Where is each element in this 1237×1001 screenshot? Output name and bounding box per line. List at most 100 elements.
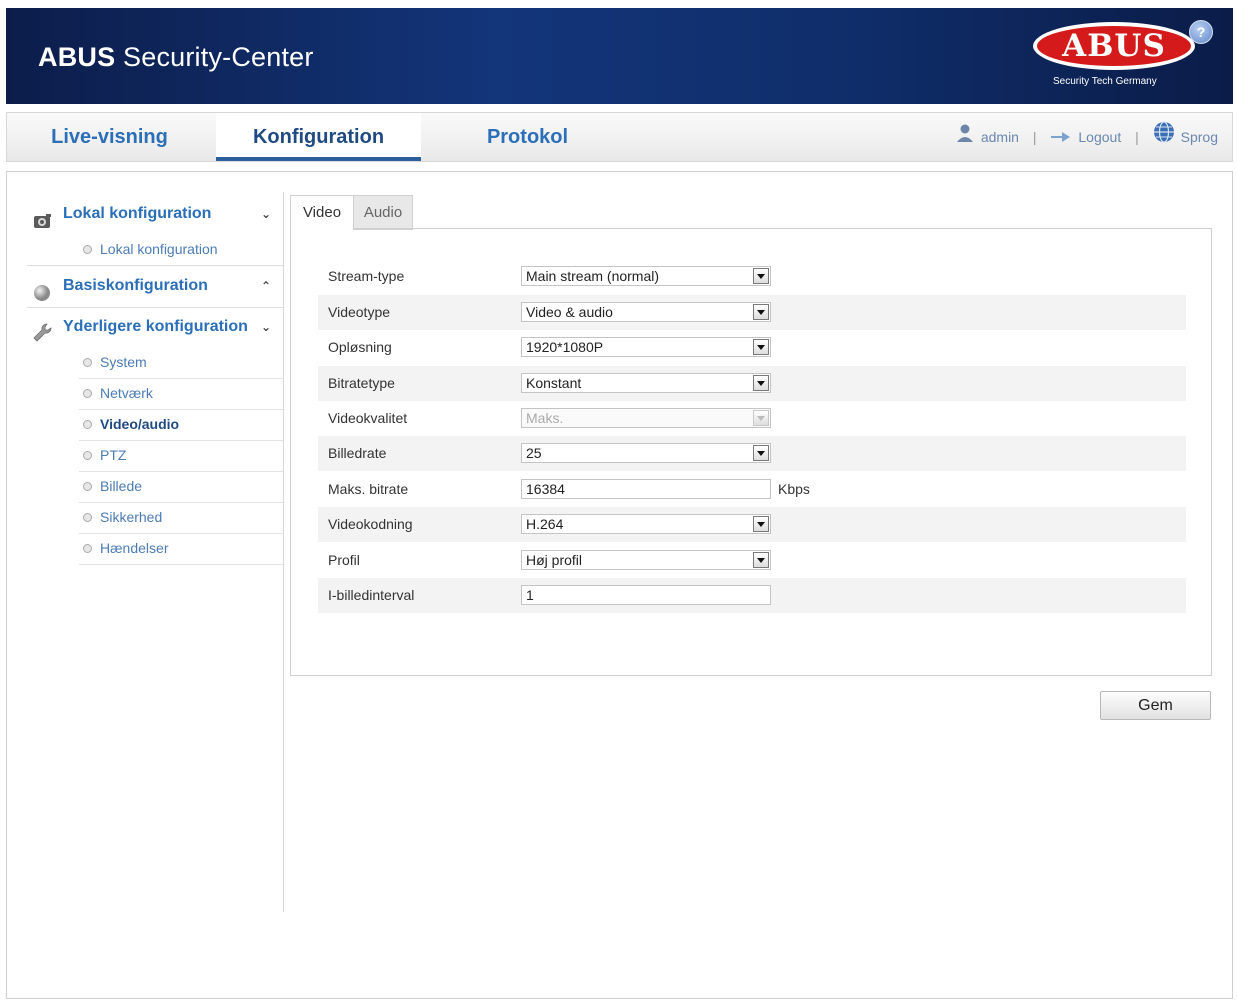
abus-logo: ABUS Security Tech Germany ?: [1033, 20, 1213, 94]
dropdown-arrow-icon[interactable]: [753, 552, 769, 568]
sidebar-item-netvaerk[interactable]: Netværk: [79, 378, 283, 410]
nav-separator: |: [1032, 129, 1037, 145]
chevron-down-icon: ⌄: [260, 207, 271, 221]
app-title-brand: ABUS: [38, 42, 116, 72]
bullet-icon: [83, 358, 92, 368]
logout-link[interactable]: Logout: [1078, 129, 1121, 145]
sidebar: Lokal konfiguration ⌄ Lokal konfiguratio…: [27, 192, 284, 912]
wrench-icon: [33, 319, 52, 342]
app-title: ABUS Security-Center: [38, 42, 314, 73]
app-header: ABUS Security-Center ABUS Security Tech …: [6, 8, 1233, 104]
frame-rate-select[interactable]: 25: [521, 443, 771, 463]
i-frame-interval-input[interactable]: 1: [521, 585, 771, 605]
video-quality-label: Videokvalitet: [328, 410, 408, 426]
tab-live-visning[interactable]: Live-visning: [7, 113, 212, 161]
max-bitrate-label: Maks. bitrate: [328, 481, 409, 497]
user-area: admin | Logout | Sprog: [955, 113, 1218, 161]
sidebar-section-basiskonfiguration[interactable]: Basiskonfiguration ⌃: [27, 266, 283, 306]
form-row-videotype: Videotype Video & audio: [318, 295, 1186, 330]
user-name[interactable]: admin: [981, 129, 1019, 145]
bullet-icon: [83, 420, 92, 430]
video-quality-value: Maks.: [526, 410, 564, 426]
video-encoding-select[interactable]: H.264: [521, 514, 771, 534]
sphere-icon: [33, 278, 51, 301]
save-button[interactable]: Gem: [1100, 691, 1211, 720]
sidebar-section-lokal-konfiguration[interactable]: Lokal konfiguration ⌄: [27, 194, 283, 234]
form-row-profile: Profil Høj profil: [318, 543, 1186, 578]
dropdown-arrow-icon[interactable]: [753, 268, 769, 284]
form-row-resolution: Opløsning 1920*1080P: [318, 330, 1186, 365]
globe-icon: [1153, 114, 1175, 162]
tab-konfiguration[interactable]: Konfiguration: [216, 113, 421, 161]
i-frame-interval-label: I-billedinterval: [328, 587, 415, 603]
resolution-value: 1920*1080P: [526, 339, 604, 355]
sidebar-item-label: Netværk: [100, 385, 153, 401]
language-link[interactable]: Sprog: [1181, 129, 1218, 145]
dropdown-arrow-icon[interactable]: [753, 304, 769, 320]
chevron-up-icon: ⌃: [260, 279, 271, 293]
bullet-icon: [83, 389, 92, 399]
form-row-stream-type: Stream-type Main stream (normal): [318, 259, 1186, 294]
sidebar-item-sikkerhed[interactable]: Sikkerhed: [79, 502, 283, 534]
stream-type-value: Main stream (normal): [526, 268, 660, 284]
frame-rate-label: Billedrate: [328, 445, 387, 461]
sidebar-section-label: Yderligere konfiguration: [63, 318, 248, 335]
resolution-select[interactable]: 1920*1080P: [521, 337, 771, 357]
sidebar-item-label: Sikkerhed: [100, 509, 163, 525]
bullet-icon: [83, 513, 92, 523]
max-bitrate-unit: Kbps: [778, 481, 810, 497]
dropdown-arrow-icon[interactable]: [753, 516, 769, 532]
stream-type-select[interactable]: Main stream (normal): [521, 266, 771, 286]
form-row-i-frame-interval: I-billedinterval 1: [318, 578, 1186, 613]
chevron-down-icon: ⌄: [260, 320, 271, 334]
tab-protokol[interactable]: Protokol: [425, 113, 630, 161]
abus-logo-tagline: Security Tech Germany: [1053, 76, 1157, 87]
sidebar-item-system[interactable]: System: [79, 347, 283, 379]
logout-icon: [1050, 114, 1072, 162]
sidebar-item-label: Video/audio: [100, 416, 180, 432]
dropdown-arrow-icon[interactable]: [753, 339, 769, 355]
app-title-rest: Security-Center: [123, 42, 314, 72]
sidebar-item-ptz[interactable]: PTZ: [79, 440, 283, 472]
sidebar-item-lokal-konfiguration[interactable]: Lokal konfiguration: [79, 234, 283, 265]
main-frame: Lokal konfiguration ⌄ Lokal konfiguratio…: [6, 171, 1233, 999]
sidebar-item-video-audio[interactable]: Video/audio: [79, 409, 283, 441]
dropdown-arrow-icon: [753, 410, 769, 426]
form-row-max-bitrate: Maks. bitrate 16384 Kbps: [318, 472, 1186, 507]
sidebar-section-label: Basiskonfiguration: [63, 277, 208, 294]
videotype-select[interactable]: Video & audio: [521, 302, 771, 322]
video-quality-select: Maks.: [521, 408, 771, 428]
sidebar-item-label: Lokal konfiguration: [100, 241, 218, 257]
stream-type-label: Stream-type: [328, 268, 405, 284]
sidebar-item-billede[interactable]: Billede: [79, 471, 283, 503]
help-icon[interactable]: ?: [1189, 20, 1213, 44]
tab-audio[interactable]: Audio: [353, 195, 413, 230]
bullet-icon: [83, 451, 92, 461]
bullet-icon: [83, 544, 92, 554]
bitrate-type-label: Bitratetype: [328, 375, 395, 391]
profile-value: Høj profil: [526, 552, 583, 568]
resolution-label: Opløsning: [328, 339, 392, 355]
bitrate-type-select[interactable]: Konstant: [521, 373, 771, 393]
camera-icon: [33, 206, 51, 228]
form-row-frame-rate: Billedrate 25: [318, 436, 1186, 471]
videotype-value: Video & audio: [526, 304, 613, 320]
videotype-label: Videotype: [328, 304, 391, 320]
video-settings-panel: Stream-type Main stream (normal) Videoty…: [290, 228, 1212, 676]
sidebar-item-label: Hændelser: [100, 540, 169, 556]
dropdown-arrow-icon[interactable]: [753, 375, 769, 391]
sidebar-section-yderligere-konfiguration[interactable]: Yderligere konfiguration ⌄: [27, 307, 283, 347]
max-bitrate-input[interactable]: 16384: [521, 479, 771, 499]
bullet-icon: [83, 482, 92, 492]
tab-video[interactable]: Video: [290, 195, 354, 230]
video-encoding-value: H.264: [526, 516, 564, 532]
bitrate-type-value: Konstant: [526, 375, 582, 391]
form-row-bitrate-type: Bitratetype Konstant: [318, 366, 1186, 401]
form-row-video-encoding: Videokodning H.264: [318, 507, 1186, 542]
sidebar-item-haendelser[interactable]: Hændelser: [79, 533, 283, 565]
profile-select[interactable]: Høj profil: [521, 550, 771, 570]
dropdown-arrow-icon[interactable]: [753, 445, 769, 461]
form-row-video-quality: Videokvalitet Maks.: [318, 401, 1186, 436]
profile-label: Profil: [328, 552, 360, 568]
video-encoding-label: Videokodning: [328, 516, 413, 532]
